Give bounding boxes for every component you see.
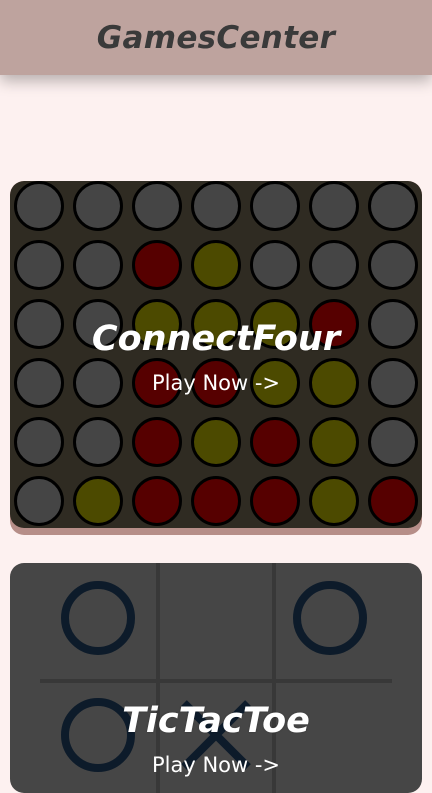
tic-tac-toe-title: TicTacToe xyxy=(122,701,310,741)
connect-four-play-button[interactable]: Play Now -> xyxy=(10,371,422,395)
disc-yellow xyxy=(309,417,359,467)
tic-tac-toe-play-button[interactable]: Play Now -> xyxy=(10,753,422,777)
connect-four-overlay: ConnectFour Play Now -> xyxy=(10,319,422,395)
disc-red xyxy=(132,417,182,467)
disc-empty xyxy=(132,181,182,231)
disc-empty xyxy=(14,240,64,290)
disc-yellow xyxy=(309,476,359,526)
disc-red xyxy=(250,476,300,526)
disc-yellow xyxy=(191,417,241,467)
disc-empty xyxy=(14,417,64,467)
disc-empty xyxy=(368,240,418,290)
disc-red xyxy=(132,240,182,290)
disc-red xyxy=(132,476,182,526)
o-mark xyxy=(61,581,135,655)
disc-empty xyxy=(14,181,64,231)
disc-empty xyxy=(250,181,300,231)
disc-empty xyxy=(73,181,123,231)
o-mark xyxy=(293,581,367,655)
connect-four-card[interactable]: ConnectFour Play Now -> xyxy=(10,181,422,535)
disc-yellow xyxy=(73,476,123,526)
disc-red xyxy=(191,476,241,526)
disc-red xyxy=(368,476,418,526)
tic-tac-toe-overlay: TicTacToe Play Now -> xyxy=(10,701,422,777)
tic-tac-toe-card[interactable]: TicTacToe Play Now -> xyxy=(10,563,422,793)
app-title: GamesCenter xyxy=(96,19,336,56)
disc-empty xyxy=(73,417,123,467)
disc-empty xyxy=(368,417,418,467)
disc-empty xyxy=(14,476,64,526)
app-header: GamesCenter xyxy=(0,0,432,75)
connect-four-preview: ConnectFour Play Now -> xyxy=(10,181,422,528)
disc-empty xyxy=(250,240,300,290)
disc-empty xyxy=(309,240,359,290)
disc-yellow xyxy=(191,240,241,290)
disc-red xyxy=(250,417,300,467)
disc-empty xyxy=(73,240,123,290)
disc-empty xyxy=(309,181,359,231)
disc-empty xyxy=(191,181,241,231)
disc-empty xyxy=(368,181,418,231)
connect-four-title: ConnectFour xyxy=(91,319,341,359)
